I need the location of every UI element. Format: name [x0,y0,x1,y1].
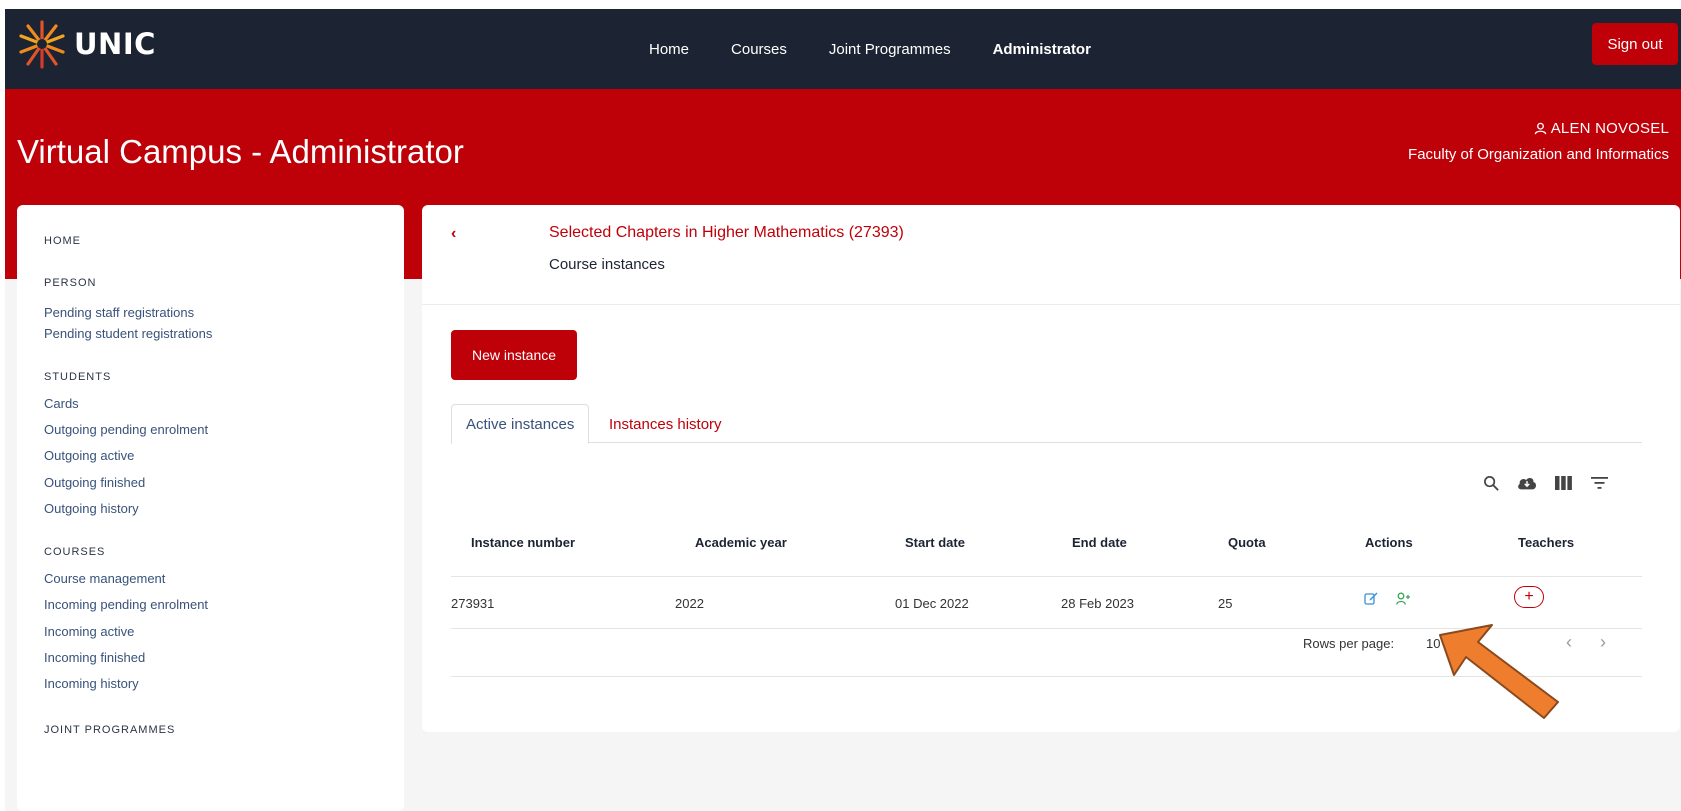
sidebar-item-incoming-pending-enrolment[interactable]: Incoming pending enrolment [44,597,208,612]
table-toolbar [1481,473,1609,493]
header-row-divider [451,576,1642,577]
col-instance-number[interactable]: Instance number [471,535,575,550]
sign-out-button[interactable]: Sign out [1592,23,1678,65]
sidebar-item-pending-staff-registrations[interactable]: Pending staff registrations [44,305,194,320]
sidebar: HOME PERSON Pending staff registrations … [17,205,404,811]
sidebar-heading-person: PERSON [44,277,97,289]
page-title: Virtual Campus - Administrator [17,133,464,170]
user-organization: Faculty of Organization and Informatics [1408,146,1669,163]
sidebar-home[interactable]: HOME [44,235,81,247]
edit-icon[interactable] [1361,588,1381,608]
main-nav: Home Courses Joint Programmes Administra… [649,9,1133,89]
sidebar-item-incoming-finished[interactable]: Incoming finished [44,650,145,665]
previous-page-icon[interactable]: ‹ [1566,632,1572,653]
main-card: ‹ Selected Chapters in Higher Mathematic… [422,205,1680,732]
nav-joint-programmes[interactable]: Joint Programmes [829,41,951,58]
sidebar-heading-students: STUDENTS [44,371,112,383]
cell-academic-year: 2022 [675,596,704,611]
nav-administrator[interactable]: Administrator [993,41,1091,58]
footer-divider [451,676,1642,677]
cell-instance-number: 273931 [451,596,495,611]
cloud-download-icon[interactable] [1517,473,1537,493]
rows-per-page-select[interactable]: 10 [1426,636,1440,651]
sidebar-heading-courses: COURSES [44,546,106,558]
col-end-date[interactable]: End date [1072,535,1127,550]
sidebar-item-incoming-active[interactable]: Incoming active [44,624,134,639]
tab-instances-history[interactable]: Instances history [595,404,736,444]
sidebar-item-outgoing-finished[interactable]: Outgoing finished [44,475,145,490]
filter-icon[interactable] [1589,473,1609,493]
data-row-divider [451,628,1642,629]
rows-per-page-label: Rows per page: [1303,636,1395,651]
back-chevron-icon[interactable]: ‹ [451,225,456,243]
sidebar-item-pending-student-registrations[interactable]: Pending student registrations [44,326,212,341]
sidebar-joint-programmes[interactable]: JOINT PROGRAMMES [44,724,175,736]
course-title: Selected Chapters in Higher Mathematics … [549,224,904,241]
col-academic-year[interactable]: Academic year [695,535,787,550]
cell-quota: 25 [1218,596,1233,611]
sidebar-item-outgoing-pending-enrolment[interactable]: Outgoing pending enrolment [44,422,208,437]
col-actions: Actions [1365,535,1413,550]
new-instance-button[interactable]: New instance [451,330,577,380]
cell-end-date: 28 Feb 2023 [1061,596,1135,611]
col-teachers: Teachers [1518,535,1575,550]
col-start-date[interactable]: Start date [905,535,965,550]
user-info: ALEN NOVOSEL Faculty of Organization and… [1408,117,1669,167]
cell-start-date: 01 Dec 2022 [895,596,969,611]
sidebar-item-outgoing-active[interactable]: Outgoing active [44,448,134,463]
col-quota[interactable]: Quota [1228,535,1266,550]
next-page-icon[interactable]: › [1600,632,1606,653]
sidebar-item-incoming-history[interactable]: Incoming history [44,676,139,691]
add-teacher-button[interactable]: + [1514,586,1544,608]
view-columns-icon[interactable] [1553,473,1573,493]
header-divider [422,304,1680,305]
top-navbar: UNIC Home Courses Joint Programmes Admin… [5,9,1681,89]
nav-courses[interactable]: Courses [731,41,787,58]
search-icon[interactable] [1481,473,1501,493]
add-person-icon[interactable] [1393,588,1413,608]
course-subtitle: Course instances [549,256,665,273]
user-name[interactable]: ALEN NOVOSEL [1551,120,1669,137]
brand-name: UNIC [74,27,156,61]
unic-logo-icon [19,20,65,69]
nav-home[interactable]: Home [649,41,689,58]
brand-logo[interactable]: UNIC [18,18,156,70]
instance-tabs: Active instances Instances history [451,404,1642,444]
tab-active-instances[interactable]: Active instances [451,404,590,444]
sidebar-item-cards[interactable]: Cards [44,396,79,411]
sidebar-item-course-management[interactable]: Course management [44,571,165,586]
user-icon [1534,119,1547,143]
sidebar-item-outgoing-history[interactable]: Outgoing history [44,501,139,516]
